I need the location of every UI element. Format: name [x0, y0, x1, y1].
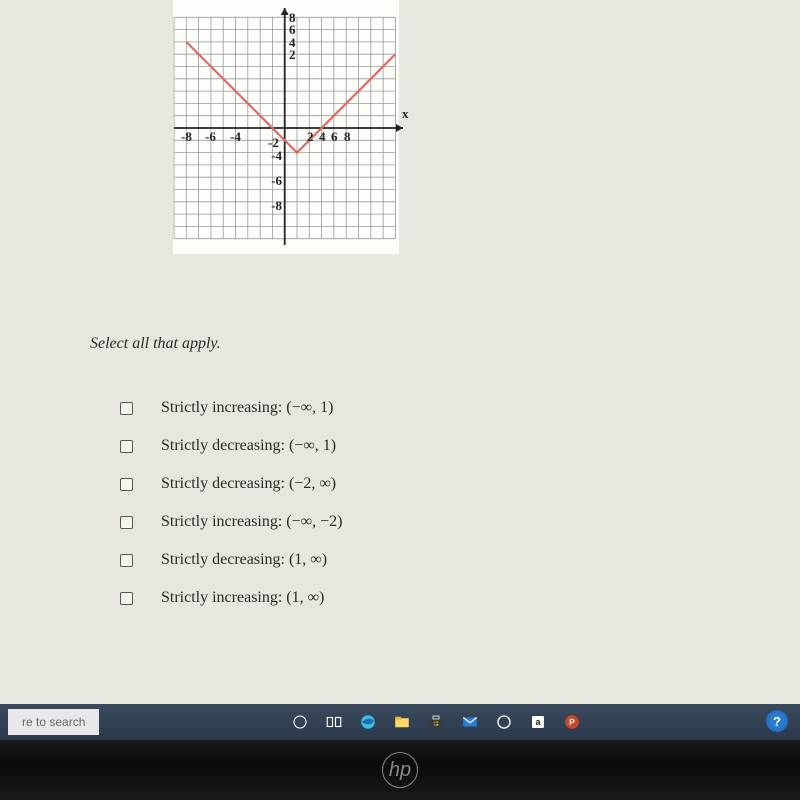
svg-text:4: 4 [319, 129, 326, 144]
search-text: re to search [22, 715, 85, 729]
svg-text:2: 2 [307, 129, 314, 144]
svg-text:2: 2 [289, 47, 296, 62]
powerpoint-icon[interactable]: P [557, 707, 587, 737]
amazon-icon[interactable]: a [523, 707, 553, 737]
svg-text:8: 8 [344, 129, 351, 144]
svg-text:-8: -8 [181, 129, 192, 144]
cortana-icon[interactable] [285, 707, 315, 737]
svg-text:-4: -4 [271, 148, 282, 163]
option-row: Strictly decreasing: (−2, ∞) [120, 471, 342, 497]
svg-text:-6: -6 [271, 173, 282, 188]
options-list: Strictly increasing: (−∞, 1) Strictly de… [120, 395, 342, 623]
mail-icon[interactable] [455, 707, 485, 737]
option-row: Strictly increasing: (1, ∞) [120, 585, 342, 611]
option-label: Strictly decreasing: (−∞, 1) [161, 437, 336, 455]
svg-text:-8: -8 [271, 198, 282, 213]
edge-icon[interactable] [353, 707, 383, 737]
checkbox[interactable] [120, 478, 133, 491]
circle-app-icon[interactable] [489, 707, 519, 737]
checkbox[interactable] [120, 592, 133, 605]
option-row: Strictly decreasing: (−∞, 1) [120, 433, 342, 459]
checkbox[interactable] [120, 554, 133, 567]
option-label: Strictly decreasing: (1, ∞) [161, 551, 327, 569]
option-label: Strictly increasing: (−∞, −2) [161, 513, 342, 531]
checkbox[interactable] [120, 440, 133, 453]
svg-text:6: 6 [331, 129, 338, 144]
option-row: Strictly increasing: (−∞, 1) [120, 395, 342, 421]
task-view-icon[interactable] [319, 707, 349, 737]
graph: x 8 6 4 2 -8 -6 -4 -2 2 4 6 8 -4 -6 -8 [155, 0, 415, 275]
svg-text:-6: -6 [205, 129, 216, 144]
file-explorer-icon[interactable] [387, 707, 417, 737]
help-icon[interactable]: ? [766, 710, 788, 732]
laptop-bezel: hp [0, 740, 800, 800]
svg-text:x: x [402, 106, 409, 121]
checkbox[interactable] [120, 516, 133, 529]
option-label: Strictly increasing: (1, ∞) [161, 589, 324, 607]
option-row: Strictly decreasing: (1, ∞) [120, 547, 342, 573]
search-box[interactable]: re to search [8, 709, 99, 735]
svg-text:-4: -4 [230, 129, 241, 144]
taskbar: re to search a P [0, 704, 800, 740]
prompt-text: Select all that apply. [90, 335, 221, 353]
option-label: Strictly increasing: (−∞, 1) [161, 399, 333, 417]
svg-text:P: P [570, 718, 576, 727]
checkbox[interactable] [120, 402, 133, 415]
hp-logo: hp [382, 752, 418, 788]
screen-content: x 8 6 4 2 -8 -6 -4 -2 2 4 6 8 -4 -6 -8 S… [0, 0, 800, 720]
store-icon[interactable] [421, 707, 451, 737]
option-row: Strictly increasing: (−∞, −2) [120, 509, 342, 535]
option-label: Strictly decreasing: (−2, ∞) [161, 475, 336, 493]
